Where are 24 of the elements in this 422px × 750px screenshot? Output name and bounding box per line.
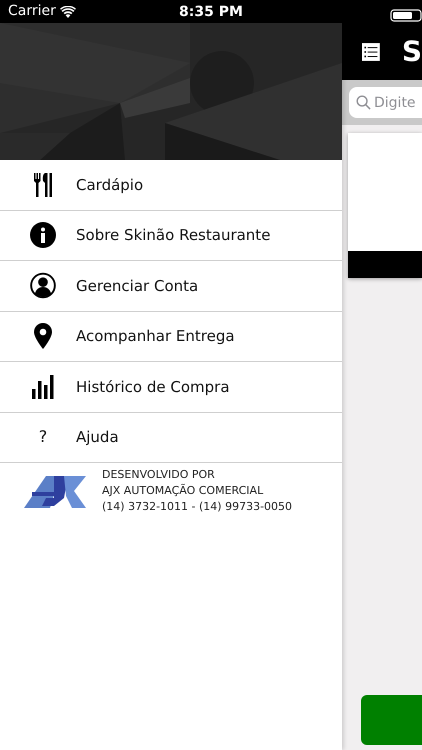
footer-text: DESENVOLVIDO POR <box>102 467 216 483</box>
menu-icon[interactable] <box>362 40 380 62</box>
bar-chart-icon <box>32 374 54 399</box>
footer-text: (14) 3732-1011 - (14) 99733-0050 <box>102 499 292 515</box>
search-field[interactable]: Digite <box>349 87 422 118</box>
info-icon <box>30 222 56 248</box>
person-icon <box>30 272 56 300</box>
footer-text: AJX AUTOMAÇÃO COMERCIAL <box>102 483 264 499</box>
search-icon <box>356 95 371 110</box>
menu-item[interactable]: Acompanhar Entrega <box>0 312 342 362</box>
help-icon: ? <box>38 425 48 450</box>
battery-icon <box>390 8 422 22</box>
menu-item[interactable]: Gerenciar Conta <box>0 261 342 312</box>
logo-icon <box>24 474 86 508</box>
menu-item[interactable]: Cardápio <box>0 160 342 210</box>
menu-item[interactable]: Histórico de Compra <box>0 362 342 412</box>
product-card[interactable] <box>348 133 422 278</box>
menu-item[interactable]: Sobre Skinão Restaurante <box>0 210 342 261</box>
wifi-icon <box>60 6 76 18</box>
time-label: 8:35 PM <box>179 3 243 22</box>
carrier-label: Carrier <box>8 2 56 21</box>
pin-icon <box>34 323 52 350</box>
app-title: S <box>402 34 422 70</box>
cutlery-icon <box>33 172 53 197</box>
